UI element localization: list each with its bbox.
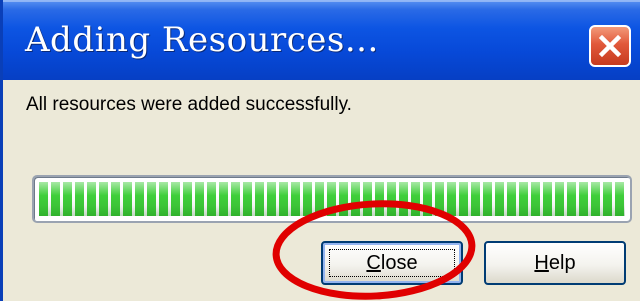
help-button[interactable]: Help [484,241,626,285]
close-button[interactable]: Close [321,241,463,285]
adding-resources-dialog: Adding Resources... All resources were a… [0,0,640,301]
title-close-button[interactable] [589,25,631,67]
dialog-content: All resources were added successfully. C… [3,80,640,301]
title-bar[interactable]: Adding Resources... [3,0,640,80]
close-x-icon [598,34,622,58]
window-title: Adding Resources... [25,20,379,60]
progress-bar [32,175,632,223]
progress-fill [39,182,625,216]
status-message: All resources were added successfully. [26,94,352,115]
close-button-label: Close [366,251,418,274]
help-button-label: Help [534,251,576,274]
screenshot: Adding Resources... All resources were a… [0,0,640,301]
